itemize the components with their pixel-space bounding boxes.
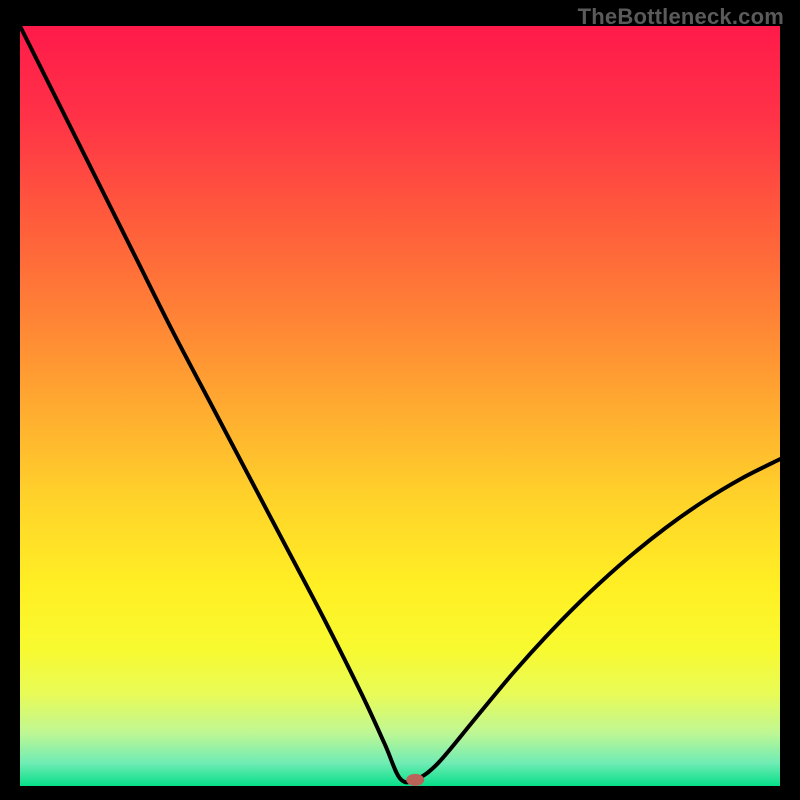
chart-container: { "watermark": "TheBottleneck.com", "col… [0,0,800,800]
gradient-background [20,26,780,786]
bottleneck-chart [20,26,780,786]
minimum-marker [406,774,424,786]
